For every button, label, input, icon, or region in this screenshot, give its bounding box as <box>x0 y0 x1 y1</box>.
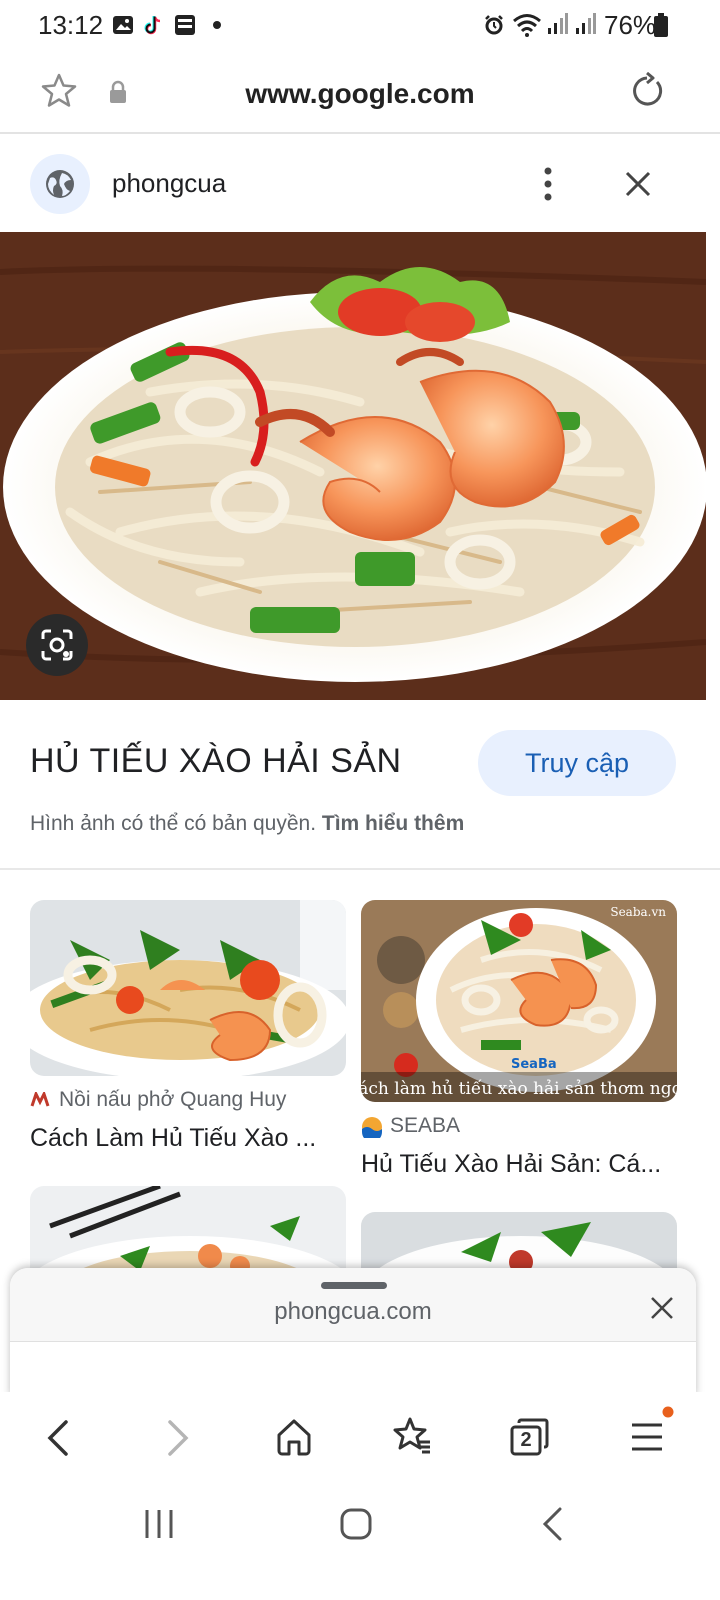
notification-dot-icon <box>213 21 221 29</box>
system-back-icon[interactable] <box>540 1506 564 1542</box>
back-icon[interactable] <box>44 1418 72 1458</box>
learn-more-link[interactable]: Tìm hiểu thêm <box>322 812 464 835</box>
related-caption-2[interactable]: Hủ Tiếu Xào Hải Sản: Cá... <box>361 1150 661 1179</box>
seafood-noodle-dish-image <box>0 232 706 700</box>
browser-bottom-nav: 2 <box>0 1392 720 1484</box>
home-icon[interactable] <box>276 1418 312 1456</box>
noodle-plate-image <box>30 900 346 1076</box>
alarm-icon <box>485 15 503 35</box>
related-card-2[interactable]: Cách làm hủ tiếu xào hải sản thơm ngon S… <box>361 900 677 1180</box>
baomoi-icon <box>175 15 195 35</box>
sheet-header[interactable]: phongcua.com <box>10 1268 696 1342</box>
bookmarks-icon[interactable] <box>392 1416 432 1456</box>
divider <box>0 868 720 870</box>
site-name: phongcua <box>112 168 227 198</box>
status-time: 13:12 <box>38 10 104 40</box>
more-vert-icon[interactable] <box>540 166 556 202</box>
wifi-icon <box>513 14 541 37</box>
hero-image[interactable] <box>0 232 706 700</box>
site-favicon <box>30 154 90 214</box>
copyright-note: Hình ảnh có thể có bản quyền. Tìm hiểu t… <box>30 812 464 836</box>
system-home-icon[interactable] <box>340 1508 372 1540</box>
seaba-watermark: Seaba.vn <box>610 905 666 919</box>
system-nav-bar <box>0 1484 720 1600</box>
status-bar: 13:12 76% <box>0 0 720 52</box>
close-icon[interactable] <box>624 170 652 198</box>
seaba-favicon-icon <box>362 1117 382 1138</box>
visit-button[interactable]: Truy cập <box>478 730 676 796</box>
drag-handle[interactable] <box>321 1282 387 1289</box>
tab-count: 2 <box>520 1429 532 1451</box>
related-thumb-2[interactable]: Cách làm hủ tiếu xào hải sản thơm ngon S… <box>361 900 677 1102</box>
related-caption-1[interactable]: Cách Làm Hủ Tiếu Xào ... <box>30 1124 316 1153</box>
lens-search-button[interactable] <box>26 614 88 676</box>
sheet-url: phongcua.com <box>274 1298 432 1325</box>
battery-icon <box>654 13 668 37</box>
seaba-logo-text: SeaBa <box>511 1057 557 1072</box>
site-header: phongcua <box>0 136 720 232</box>
url-bar: www.google.com <box>0 52 720 134</box>
recents-icon[interactable] <box>144 1508 174 1540</box>
seaba-noodle-image: Cách làm hủ tiếu xào hải sản thơm ngon S… <box>361 900 677 1102</box>
seaba-overlay-caption: Cách làm hủ tiếu xào hải sản thơm ngon <box>361 1079 677 1099</box>
tabs-button[interactable]: 2 <box>510 1418 550 1456</box>
forward-icon[interactable] <box>164 1418 192 1458</box>
related-source-2: SEABA <box>390 1114 461 1137</box>
signal-icon-2 <box>576 13 596 34</box>
result-title: HỦ TIẾU XÀO HẢI SẢN <box>30 742 402 780</box>
sheet-close-icon[interactable] <box>650 1296 674 1320</box>
related-source-1: Nồi nấu phở Quang Huy <box>59 1088 287 1111</box>
signal-icon <box>548 13 568 34</box>
tiktok-icon <box>144 16 161 35</box>
update-badge-icon <box>662 1406 674 1418</box>
globe-icon <box>46 170 74 198</box>
gallery-icon <box>113 16 133 34</box>
copyright-text: Hình ảnh có thể có bản quyền. <box>30 812 317 835</box>
related-card-1[interactable]: Nồi nấu phở Quang Huy Cách Làm Hủ Tiếu X… <box>30 900 346 1164</box>
battery-percent: 76% <box>604 10 657 40</box>
reload-icon[interactable] <box>628 72 666 110</box>
url-text[interactable]: www.google.com <box>0 78 720 110</box>
menu-icon[interactable] <box>630 1420 664 1454</box>
preview-sheet: phongcua.com <box>10 1268 696 1398</box>
lens-icon <box>41 629 73 661</box>
quanghuy-favicon-icon <box>30 1092 50 1107</box>
related-thumb-1[interactable] <box>30 900 346 1076</box>
